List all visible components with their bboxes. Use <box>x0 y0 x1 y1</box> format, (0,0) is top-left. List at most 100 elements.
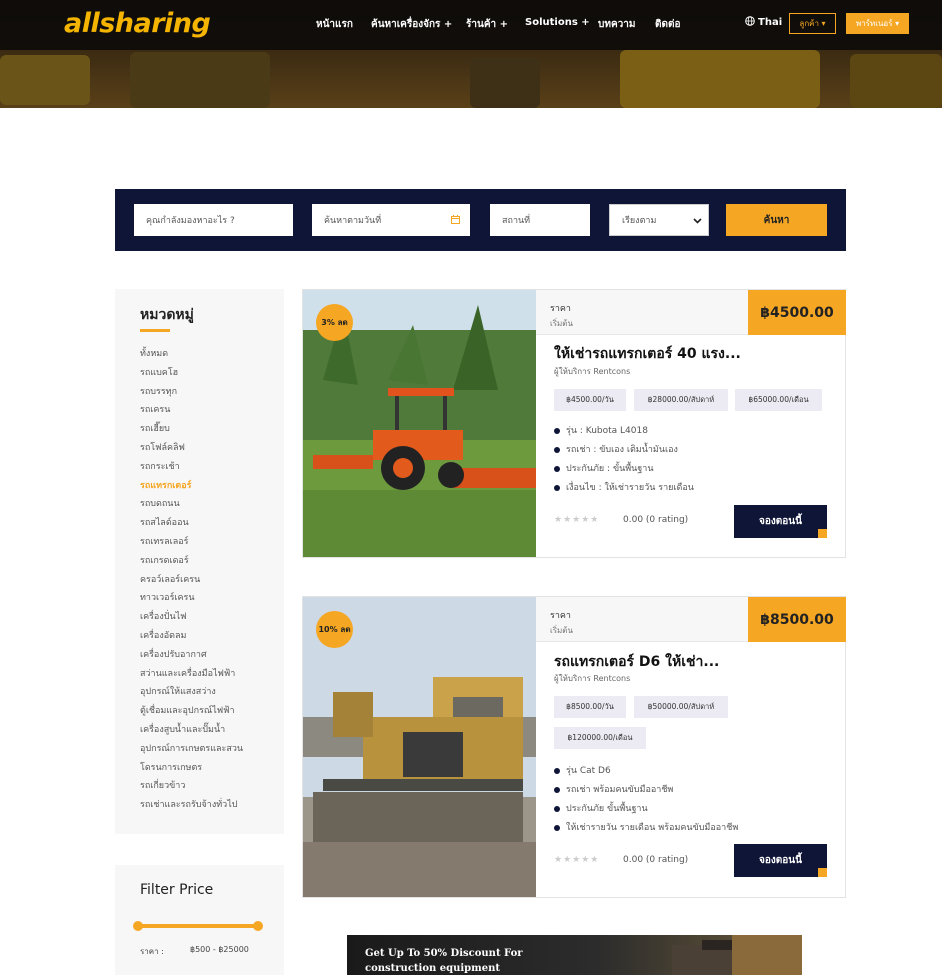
spec-item: ประกันภัย ขั้นพื้นฐาน <box>554 801 648 815</box>
bullet-icon <box>554 465 560 472</box>
category-list: ทั้งหมด รถแบคโฮ รถบรรทุก รถเครน รถเฮี๊ยบ รถโฟ… <box>140 345 243 815</box>
sort-select[interactable]: เรียงตาม <box>609 204 709 236</box>
rating-text: 0.00 (0 rating) <box>623 855 689 865</box>
rate-weekly: ฿28000.00/สัปดาห์ <box>634 389 728 411</box>
price-range-min-handle[interactable] <box>133 921 143 931</box>
category-item[interactable]: รถบดถนน <box>140 495 243 514</box>
calendar-icon <box>451 215 460 224</box>
price-sublabel: เริ่มต้น <box>550 319 573 328</box>
nav-shop[interactable]: ร้านค้า + <box>466 17 508 32</box>
nav-articles[interactable]: บทความ <box>598 17 635 32</box>
bullet-icon <box>554 767 560 774</box>
listing-image[interactable]: 10% ลด <box>303 597 536 897</box>
rating-text: 0.00 (0 rating) <box>623 515 689 525</box>
discount-badge: 10% ลด <box>316 611 353 648</box>
button-corner-accent <box>818 529 827 538</box>
price-range-value: ฿500 - ฿25000 <box>190 945 249 954</box>
category-item[interactable]: รถเช่าและรถรับจ้างทั่วไป <box>140 796 243 815</box>
date-input[interactable]: ค้นหาตามวันที่ <box>312 204 470 236</box>
category-item[interactable]: รถโฟล์คลิฟ <box>140 439 243 458</box>
category-item[interactable]: ทาวเวอร์เครน <box>140 589 243 608</box>
machine-silhouette <box>470 58 540 108</box>
category-item[interactable]: รถสไลด์ออน <box>140 514 243 533</box>
category-item[interactable]: รถเกี่ยวข้าว <box>140 777 243 796</box>
bullet-icon <box>554 786 560 793</box>
category-item[interactable]: สว่านและเครื่องมือไฟฟ้า <box>140 665 243 684</box>
category-item[interactable]: โดรนการเกษตร <box>140 759 243 778</box>
book-now-label: จองตอนนี้ <box>759 516 802 527</box>
spec-text: เงื่อนไข : ให้เช่ารายวัน รายเดือน <box>566 483 694 493</box>
promo-banner[interactable]: Get Up To 50% Discount For construction … <box>347 935 802 975</box>
price-label: ราคา : <box>140 947 164 956</box>
keyword-input[interactable]: คุณกำลังมองหาอะไร ? <box>134 204 293 236</box>
listing-title[interactable]: รถแทรกเตอร์ D6 ให้เช่า... <box>554 651 719 673</box>
category-item[interactable]: เครื่องปรับอากาศ <box>140 646 243 665</box>
spec-item: เงื่อนไข : ให้เช่ารายวัน รายเดือน <box>554 480 694 494</box>
listing-provider[interactable]: ผู้ให้บริการ Rentcons <box>554 365 630 378</box>
price-value: ฿4500.00 <box>748 290 846 335</box>
price-value: ฿8500.00 <box>748 597 846 642</box>
spec-item: รุ่น Cat D6 <box>554 763 611 777</box>
nav-find-machines[interactable]: ค้นหาเครื่องจักร + <box>371 17 452 32</box>
partner-menu-button[interactable]: พาร์ทเนอร์ ▾ <box>846 13 909 34</box>
category-item[interactable]: รถเทรลเลอร์ <box>140 533 243 552</box>
price-label: ราคา <box>550 611 571 621</box>
category-item[interactable]: รถเฮี๊ยบ <box>140 420 243 439</box>
listing-provider[interactable]: ผู้ให้บริการ Rentcons <box>554 672 630 685</box>
nav-solutions[interactable]: Solutions + <box>525 17 590 28</box>
book-now-button[interactable]: จองตอนนี้ <box>734 505 827 538</box>
category-item[interactable]: รถบรรทุก <box>140 383 243 402</box>
search-button[interactable]: ค้นหา <box>726 204 827 236</box>
price-sublabel: เริ่มต้น <box>550 626 573 635</box>
promo-line-1: Get Up To 50% Discount For <box>365 948 523 959</box>
machine-silhouette <box>850 54 942 108</box>
category-item[interactable]: เครื่องอัดลม <box>140 627 243 646</box>
sort-select-label: เรียงตาม <box>622 216 657 226</box>
category-item[interactable]: รถแทรกเตอร์ <box>140 477 243 496</box>
category-item[interactable]: เครื่องปั่นไฟ <box>140 608 243 627</box>
category-item[interactable]: อุปกรณ์การเกษตรและสวน <box>140 740 243 759</box>
language-label: Thai <box>758 17 783 28</box>
location-input[interactable]: สถานที่ <box>490 204 590 236</box>
spec-text: ประกันภัย : ขั้นพื้นฐาน <box>566 464 654 474</box>
category-item[interactable]: เครื่องสูบน้ำและปั๊มน้ำ <box>140 721 243 740</box>
customer-menu-button[interactable]: ลูกค้า ▾ <box>789 13 836 34</box>
spec-item: รถเช่า พร้อมคนขับมืออาชีพ <box>554 782 673 796</box>
promo-line-2: construction equipment <box>365 963 500 974</box>
spec-text: รถเช่า : ขับเอง เติมน้ำมันเอง <box>566 445 678 455</box>
button-corner-accent <box>818 868 827 877</box>
rate-monthly: ฿120000.00/เดือน <box>554 727 646 749</box>
category-item[interactable]: ตู้เชื่อมและอุปกรณ์ไฟฟ้า <box>140 702 243 721</box>
listing-title[interactable]: ให้เช่ารถแทรกเตอร์ 40 แรง... <box>554 343 741 365</box>
category-item[interactable]: อุปกรณ์ให้แสงสว่าง <box>140 683 243 702</box>
category-item[interactable]: รถเกรดเดอร์ <box>140 552 243 571</box>
date-input-placeholder: ค้นหาตามวันที่ <box>324 216 382 226</box>
price-range-max-handle[interactable] <box>253 921 263 931</box>
nav-contact[interactable]: ติดต่อ <box>655 17 681 32</box>
book-now-button[interactable]: จองตอนนี้ <box>734 844 827 877</box>
rating-stars: ★★★★★ <box>554 515 600 525</box>
machine-silhouette <box>0 55 90 105</box>
category-item[interactable]: รถเครน <box>140 401 243 420</box>
category-item[interactable]: รถกระเช้า <box>140 458 243 477</box>
price-header: ราคา เริ่มต้น ฿8500.00 <box>536 597 846 642</box>
nav-home[interactable]: หน้าแรก <box>316 17 353 32</box>
price-range-track[interactable] <box>138 924 258 928</box>
spec-text: รถเช่า พร้อมคนขับมืออาชีพ <box>566 785 674 795</box>
language-selector[interactable]: Thai <box>745 16 782 28</box>
category-item[interactable]: รถแบคโฮ <box>140 364 243 383</box>
excavator-graphic <box>672 935 802 975</box>
category-item[interactable]: ครอว์เลอร์เครน <box>140 571 243 590</box>
title-underline <box>140 329 170 332</box>
price-filter: Filter Price ราคา : ฿500 - ฿25000 <box>115 865 284 975</box>
rate-daily: ฿8500.00/วัน <box>554 696 626 718</box>
site-logo[interactable]: allsharing <box>64 8 211 39</box>
listing-card: 10% ลด ราคา เริ่มต้น ฿8500.00 รถแทรกเตอร… <box>302 596 846 898</box>
category-item[interactable]: ทั้งหมด <box>140 345 243 364</box>
chevron-down-icon <box>693 218 702 224</box>
rate-monthly: ฿65000.00/เดือน <box>735 389 822 411</box>
spec-item: ประกันภัย : ขั้นพื้นฐาน <box>554 461 654 475</box>
listing-image[interactable]: 3% ลด <box>303 290 536 557</box>
spec-item: รถเช่า : ขับเอง เติมน้ำมันเอง <box>554 442 678 456</box>
discount-badge: 3% ลด <box>316 304 353 341</box>
